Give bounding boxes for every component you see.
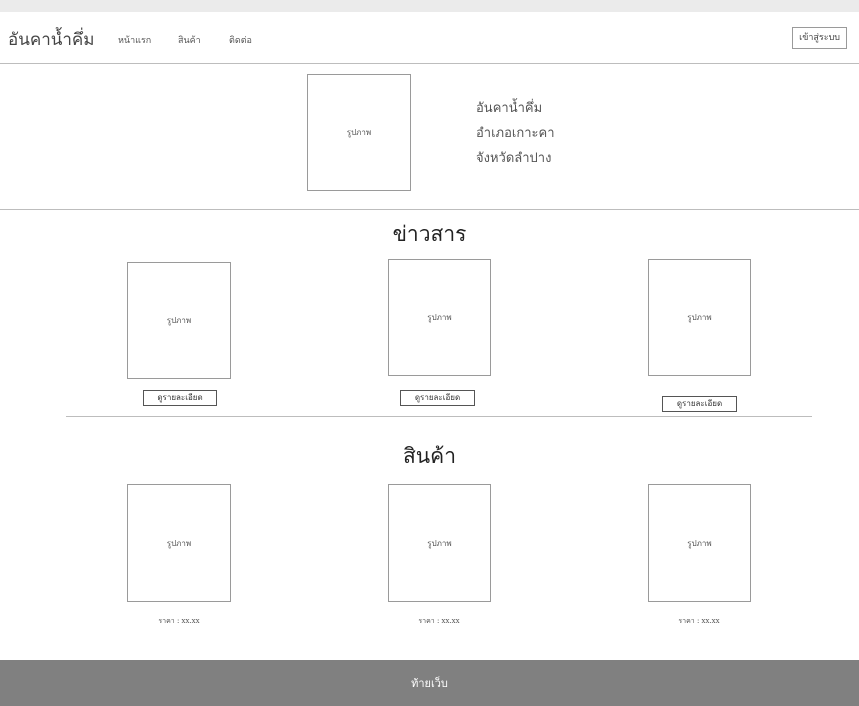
hero-line-name: อันคาน้ำคึ่ม <box>476 101 543 116</box>
section-divider <box>66 416 812 417</box>
product-price-1: ราคา : xx.xx <box>158 617 200 625</box>
brand-logo[interactable]: อันคาน้ำคึ่ม <box>8 26 95 53</box>
news-image-label: รูปภาพ <box>166 316 192 325</box>
product-image-1: รูปภาพ <box>127 484 231 602</box>
footer-text: ท้ายเว็บ <box>411 677 448 690</box>
navbar: อันคาน้ำคึ่ม หน้าแรก สินค้า ติดต่อ เข้าส… <box>0 12 859 64</box>
news-title: ข่าวสาร <box>392 222 467 246</box>
nav-link-contact[interactable]: ติดต่อ <box>229 33 252 47</box>
product-image-label: รูปภาพ <box>687 538 712 548</box>
login-button[interactable]: เข้าสู่ระบบ <box>792 27 847 49</box>
nav-link-products[interactable]: สินค้า <box>178 33 201 47</box>
product-price-2: ราคา : xx.xx <box>418 617 460 625</box>
news-image-3: รูปภาพ <box>648 259 751 376</box>
news-image-label: รูปภาพ <box>687 313 712 322</box>
news-detail-button-1[interactable]: ดูรายละเอียด <box>143 390 217 406</box>
product-image-label: รูปภาพ <box>166 538 192 548</box>
product-image-3: รูปภาพ <box>648 484 751 602</box>
news-image-label: รูปภาพ <box>427 313 452 322</box>
news-detail-button-2[interactable]: ดูรายละเอียด <box>400 390 475 406</box>
news-image-2: รูปภาพ <box>388 259 491 376</box>
hero-line-province: จังหวัดลำปาง <box>476 151 552 166</box>
hero-section: รูปภาพ อันคาน้ำคึ่ม อำเภอเกาะคา จังหวัดล… <box>0 64 859 210</box>
products-title: สินค้า <box>402 444 456 468</box>
footer: ท้ายเว็บ <box>0 660 859 706</box>
news-image-1: รูปภาพ <box>127 262 231 379</box>
product-image-label: รูปภาพ <box>427 538 452 548</box>
product-price-3: ราคา : xx.xx <box>678 617 720 625</box>
hero-image: รูปภาพ <box>307 74 411 191</box>
hero-image-label: รูปภาพ <box>346 128 372 137</box>
news-detail-button-3[interactable]: ดูรายละเอียด <box>662 396 737 412</box>
hero-line-district: อำเภอเกาะคา <box>476 126 555 141</box>
top-bar <box>0 0 859 12</box>
product-image-2: รูปภาพ <box>388 484 491 602</box>
nav-link-home[interactable]: หน้าแรก <box>118 33 151 47</box>
